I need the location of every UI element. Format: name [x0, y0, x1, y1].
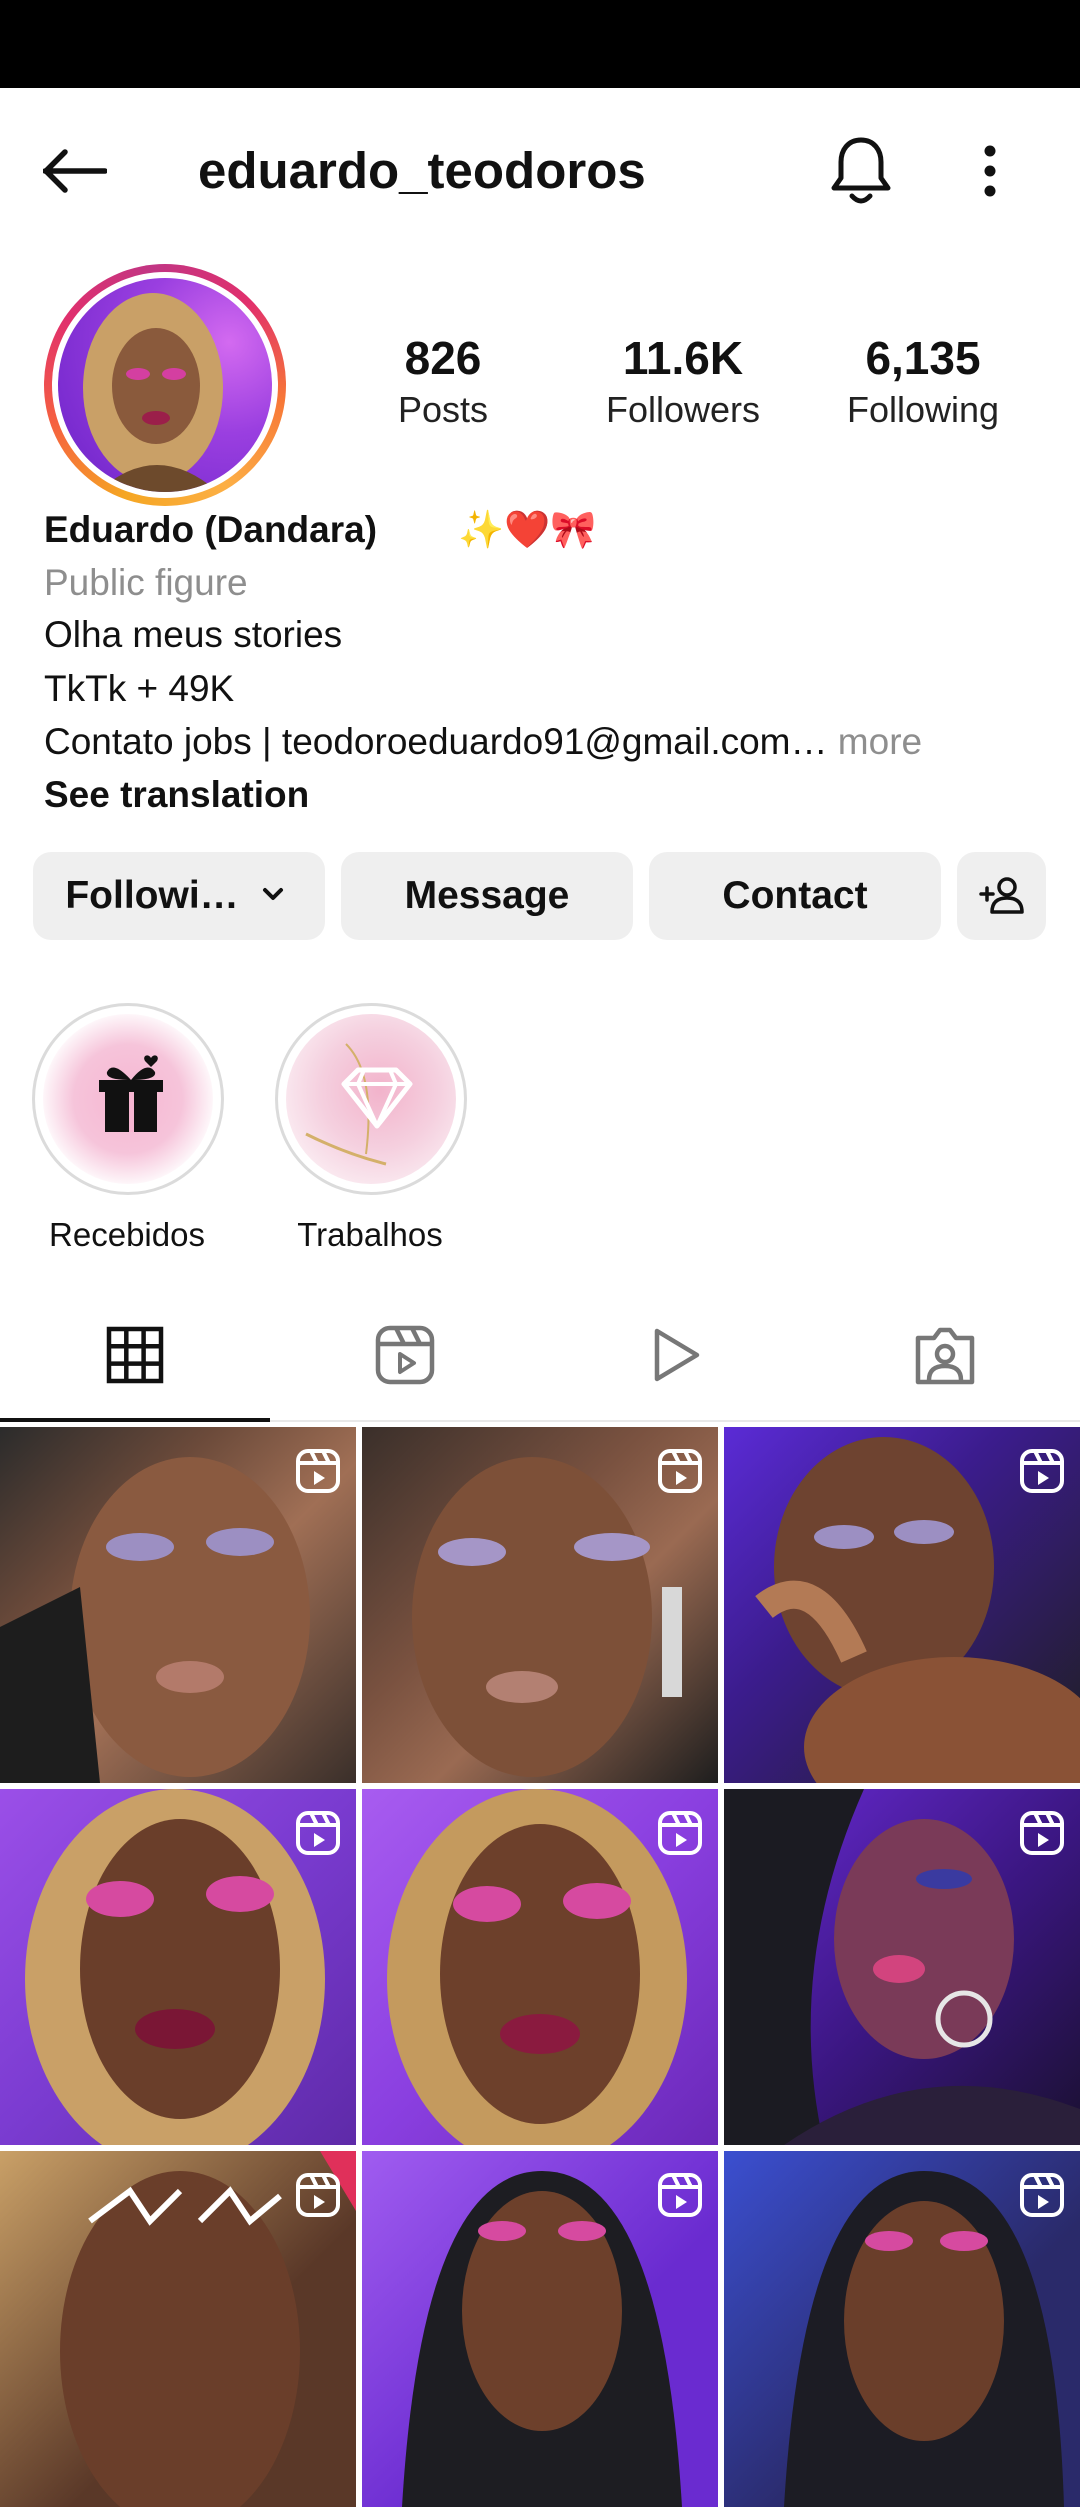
- posts-number: 826: [404, 332, 482, 384]
- highlight-label: Recebidos: [49, 1216, 205, 1253]
- followers-label: Followers: [605, 389, 761, 430]
- play-icon: [654, 1328, 700, 1382]
- bio-more-link[interactable]: more: [838, 721, 922, 762]
- more-options-icon[interactable]: [960, 138, 1020, 204]
- following-label: Following: [846, 389, 1000, 430]
- tagged-icon: [915, 1327, 975, 1385]
- followers-count[interactable]: 11.6K Followers: [573, 330, 793, 434]
- profile-tabs: [0, 1290, 1080, 1422]
- post-thumbnail[interactable]: [724, 1427, 1080, 1783]
- diamond-icon: [286, 1014, 456, 1184]
- reel-badge-icon: [658, 1811, 702, 1855]
- name-emoji: ✨❤️🎀: [458, 509, 597, 550]
- tab-posts-grid[interactable]: [0, 1290, 270, 1422]
- following-button[interactable]: Followi…: [33, 852, 325, 940]
- reel-badge-icon: [1020, 1449, 1064, 1493]
- top-bar: eduardo_teodoros: [0, 88, 1080, 248]
- highlight-label: Trabalhos: [297, 1216, 443, 1253]
- reels-icon: [375, 1325, 435, 1385]
- display-name: Eduardo (Dandara): [44, 509, 378, 550]
- posts-count[interactable]: 826 Posts: [333, 330, 553, 434]
- following-button-label: Followi…: [65, 874, 239, 917]
- highlight-trabalhos[interactable]: Trabalhos: [275, 1003, 467, 1257]
- bio-line-contact: Contato jobs | teodoroeduardo91@gmail.co…: [44, 717, 922, 767]
- profile-category: Public figure: [44, 562, 248, 603]
- highlight-recebidos[interactable]: Recebidos: [32, 1003, 224, 1257]
- see-translation-link[interactable]: See translation: [44, 770, 309, 820]
- followers-number: 11.6K: [622, 332, 744, 384]
- suggested-users-button[interactable]: [957, 852, 1046, 940]
- reel-badge-icon: [296, 1449, 340, 1493]
- reel-badge-icon: [658, 2173, 702, 2217]
- following-count[interactable]: 6,135 Following: [813, 330, 1033, 434]
- add-person-icon: [978, 877, 1024, 914]
- grid-icon: [106, 1326, 164, 1384]
- reel-badge-icon: [658, 1449, 702, 1493]
- reel-badge-icon: [296, 1811, 340, 1855]
- profile-username: eduardo_teodoros: [198, 142, 646, 199]
- post-thumbnail[interactable]: [0, 1789, 356, 2145]
- active-tab-indicator: [0, 1418, 270, 1422]
- bio-contact-text: Contato jobs | teodoroeduardo91@gmail.co…: [44, 721, 828, 762]
- tab-videos[interactable]: [540, 1290, 810, 1420]
- tab-reels[interactable]: [270, 1290, 540, 1420]
- tab-tagged[interactable]: [810, 1290, 1080, 1420]
- following-number: 6,135: [865, 332, 981, 384]
- post-thumbnail[interactable]: [724, 2151, 1080, 2507]
- message-button[interactable]: Message: [341, 852, 633, 940]
- posts-label: Posts: [397, 389, 489, 430]
- profile-avatar[interactable]: [44, 264, 286, 506]
- reel-badge-icon: [296, 2173, 340, 2217]
- contact-button[interactable]: Contact: [649, 852, 941, 940]
- notification-bell-icon[interactable]: [826, 134, 896, 208]
- bio-line: Olha meus stories: [44, 614, 343, 655]
- post-thumbnail[interactable]: [362, 1789, 718, 2145]
- reel-badge-icon: [1020, 1811, 1064, 1855]
- gift-icon: [43, 1014, 213, 1184]
- avatar-photo: [58, 278, 272, 492]
- post-thumbnail[interactable]: [362, 1427, 718, 1783]
- post-thumbnail[interactable]: [362, 2151, 718, 2507]
- post-thumbnail[interactable]: [0, 1427, 356, 1783]
- post-thumbnail[interactable]: [724, 1789, 1080, 2145]
- status-bar: [0, 0, 1080, 88]
- post-thumbnail[interactable]: [0, 2151, 356, 2507]
- back-arrow-icon[interactable]: [40, 136, 110, 206]
- bio-line: TkTk + 49K: [44, 668, 235, 709]
- chevron-down-icon: [262, 888, 283, 900]
- reel-badge-icon: [1020, 2173, 1064, 2217]
